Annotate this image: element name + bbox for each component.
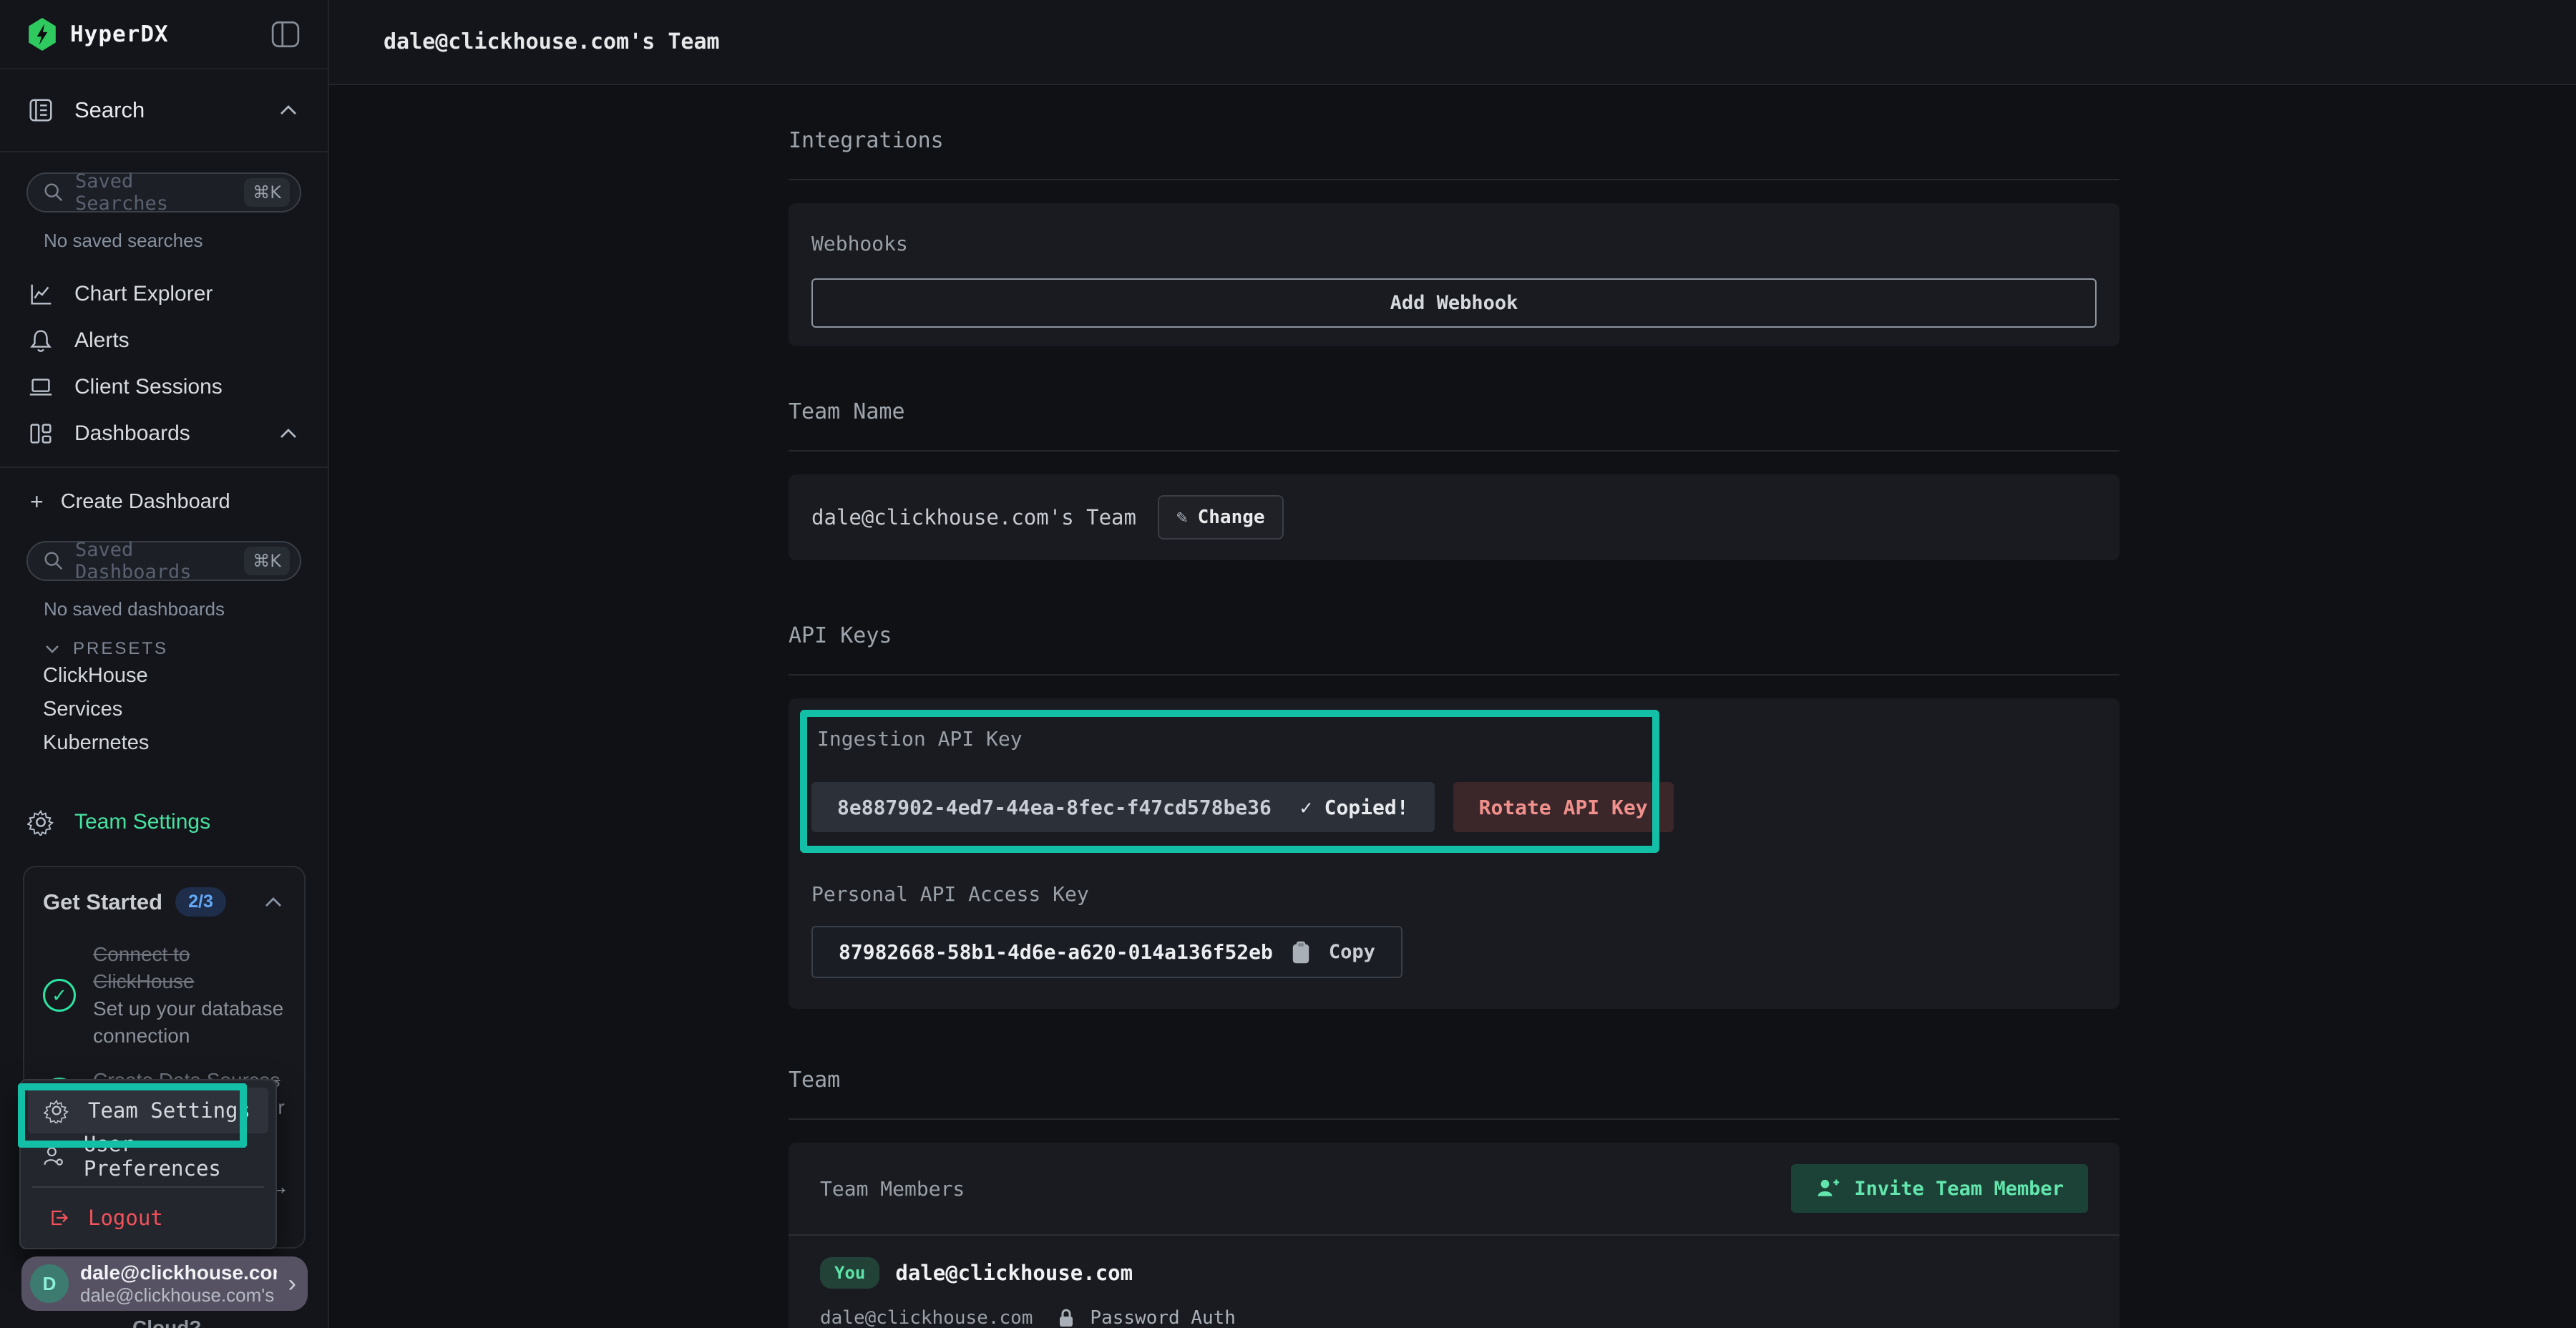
section-title-integrations: Integrations bbox=[789, 128, 2119, 153]
chart-explorer-icon bbox=[27, 280, 54, 308]
team-member-row: You dale@clickhouse.com dale@clickhouse.… bbox=[789, 1236, 2119, 1328]
app-logo[interactable]: HyperDX bbox=[27, 18, 270, 51]
search-section-label: Search bbox=[74, 97, 256, 123]
user-menu-popup: Team Settings User Preferences bbox=[19, 1079, 277, 1249]
personal-key-chip[interactable]: 87982668-58b1-4d6e-a620-014a136f52eb Cop… bbox=[811, 926, 1402, 978]
team-name-value: dale@clickhouse.com's Team bbox=[811, 505, 1136, 529]
section-title-team-name: Team Name bbox=[789, 399, 2119, 424]
chevron-down-icon bbox=[43, 643, 62, 655]
member-email: dale@clickhouse.com bbox=[820, 1307, 1033, 1328]
copied-status: ✓ Copied! bbox=[1300, 796, 1409, 819]
get-started-title: Get Started bbox=[43, 889, 162, 915]
create-dashboard-button[interactable]: + Create Dashboard bbox=[0, 478, 328, 525]
check-circle-icon: ✓ bbox=[43, 979, 76, 1012]
logout-icon bbox=[41, 1205, 72, 1231]
clipboard-icon bbox=[1290, 940, 1312, 965]
personal-key-value: 87982668-58b1-4d6e-a620-014a136f52eb bbox=[839, 940, 1273, 964]
section-title-api-keys: API Keys bbox=[789, 623, 2119, 648]
collapse-sidebar-icon[interactable] bbox=[270, 19, 301, 49]
preset-kubernetes[interactable]: Kubernetes bbox=[0, 726, 328, 760]
section-divider bbox=[0, 467, 328, 468]
user-gear-icon bbox=[41, 1143, 68, 1169]
preset-clickhouse[interactable]: ClickHouse bbox=[0, 659, 328, 693]
get-started-step-connect[interactable]: ✓ Connect to ClickHouse Set up your data… bbox=[43, 941, 286, 1050]
no-saved-dashboards-note: No saved dashboards bbox=[44, 598, 328, 620]
member-name: dale@clickhouse.com bbox=[895, 1261, 1133, 1285]
user-email: dale@clickhouse.com bbox=[80, 1261, 277, 1284]
chevron-up-icon bbox=[276, 425, 301, 442]
app-title: HyperDX bbox=[70, 21, 169, 47]
sidebar: HyperDX Search bbox=[0, 0, 329, 1328]
hyperdx-logo-icon bbox=[27, 18, 57, 51]
you-badge: You bbox=[820, 1257, 879, 1289]
personal-key-label: Personal API Access Key bbox=[811, 882, 2097, 906]
menu-item-team-settings[interactable]: Team Settings bbox=[28, 1088, 268, 1133]
sidebar-item-chart-explorer[interactable]: Chart Explorer bbox=[0, 270, 328, 317]
gear-icon bbox=[27, 809, 54, 836]
saved-dashboards-placeholder: Saved Dashboards bbox=[75, 539, 234, 583]
sidebar-section-search[interactable]: Search bbox=[0, 69, 328, 152]
ingestion-key-value: 8e887902-4ed7-44ea-8fec-f47cd578be36 bbox=[837, 796, 1272, 819]
clipped-bottom-text: Cloud? bbox=[132, 1317, 201, 1328]
search-icon bbox=[42, 550, 65, 572]
menu-item-logout[interactable]: Logout bbox=[28, 1195, 268, 1241]
webhooks-card: Webhooks Add Webhook bbox=[789, 203, 2119, 346]
saved-searches-input[interactable]: Saved Searches ⌘K bbox=[26, 172, 301, 213]
team-members-label: Team Members bbox=[820, 1177, 965, 1201]
search-icon bbox=[42, 181, 65, 204]
get-started-progress-badge: 2/3 bbox=[175, 887, 226, 917]
sidebar-item-alerts[interactable]: Alerts bbox=[0, 317, 328, 363]
section-divider bbox=[789, 1118, 2119, 1120]
copy-button: Copy bbox=[1329, 941, 1375, 963]
settings-content: Integrations Webhooks Add Webhook Team N… bbox=[789, 128, 2119, 1328]
chevron-up-icon bbox=[276, 102, 301, 119]
auth-method-label: Password Auth bbox=[1090, 1307, 1236, 1328]
menu-item-user-preferences[interactable]: User Preferences bbox=[28, 1133, 268, 1179]
change-team-name-button[interactable]: ✎ Change bbox=[1158, 495, 1284, 540]
webhooks-label: Webhooks bbox=[811, 232, 2097, 255]
chevron-right-icon: › bbox=[288, 1270, 296, 1298]
pencil-icon: ✎ bbox=[1176, 507, 1188, 528]
shortcut-badge: ⌘K bbox=[244, 547, 290, 575]
page-title: dale@clickhouse.com's Team bbox=[384, 29, 720, 54]
api-keys-card: Ingestion API Key 8e887902-4ed7-44ea-8fe… bbox=[789, 698, 2119, 1009]
person-plus-icon bbox=[1815, 1176, 1841, 1201]
team-card: Team Members Invite Team Member bbox=[789, 1143, 2119, 1328]
laptop-icon bbox=[27, 374, 54, 401]
section-divider bbox=[789, 450, 2119, 451]
sidebar-item-client-sessions[interactable]: Client Sessions bbox=[0, 363, 328, 410]
shortcut-badge: ⌘K bbox=[244, 178, 290, 207]
section-divider bbox=[789, 179, 2119, 180]
search-section-icon bbox=[27, 97, 54, 124]
page-header: dale@clickhouse.com's Team bbox=[329, 0, 2576, 85]
main-area: dale@clickhouse.com's Team Integrations … bbox=[329, 0, 2576, 1328]
bell-icon bbox=[27, 327, 54, 354]
rotate-api-key-button[interactable]: Rotate API Key bbox=[1453, 782, 1674, 832]
user-account-chip[interactable]: D dale@clickhouse.com dale@clickhouse.co… bbox=[21, 1256, 308, 1311]
gear-icon bbox=[41, 1098, 72, 1123]
team-name-card: dale@clickhouse.com's Team ✎ Change bbox=[789, 474, 2119, 560]
section-title-team: Team bbox=[789, 1068, 2119, 1093]
saved-dashboards-input[interactable]: Saved Dashboards ⌘K bbox=[26, 541, 301, 581]
plus-icon: + bbox=[30, 489, 44, 515]
sidebar-nav: Chart Explorer Alerts Client Sessions bbox=[0, 270, 328, 468]
ingestion-key-label: Ingestion API Key bbox=[817, 727, 2097, 751]
add-webhook-button[interactable]: Add Webhook bbox=[811, 278, 2097, 328]
sidebar-item-dashboards[interactable]: Dashboards bbox=[0, 410, 328, 456]
dashboards-grid-icon bbox=[27, 420, 54, 447]
chevron-up-icon[interactable] bbox=[261, 894, 286, 911]
section-divider bbox=[789, 674, 2119, 675]
avatar: D bbox=[30, 1264, 69, 1303]
user-org: dale@clickhouse.com's bbox=[80, 1284, 274, 1306]
no-saved-searches-note: No saved searches bbox=[44, 230, 328, 252]
menu-divider bbox=[32, 1186, 264, 1188]
lock-icon bbox=[1057, 1307, 1075, 1328]
ingestion-key-chip[interactable]: 8e887902-4ed7-44ea-8fec-f47cd578be36 ✓ C… bbox=[811, 782, 1435, 832]
saved-searches-placeholder: Saved Searches bbox=[75, 170, 234, 215]
invite-team-member-button[interactable]: Invite Team Member bbox=[1791, 1164, 2088, 1213]
presets-toggle[interactable]: PRESETS bbox=[0, 639, 328, 659]
preset-services[interactable]: Services bbox=[0, 693, 328, 726]
sidebar-top: HyperDX bbox=[0, 0, 328, 69]
sidebar-item-team-settings[interactable]: Team Settings bbox=[0, 799, 328, 846]
